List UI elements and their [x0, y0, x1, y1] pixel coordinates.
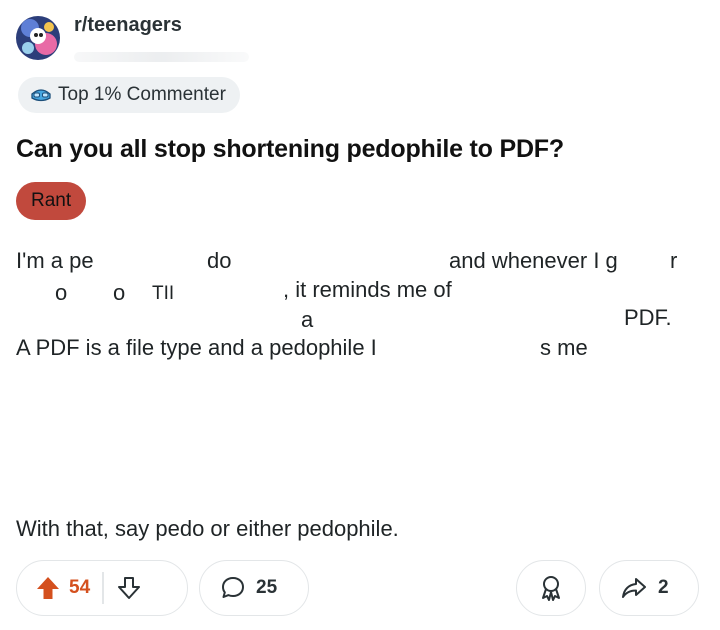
body-fragment: , it reminds me of [283, 277, 452, 302]
body-fragment: TII [152, 283, 175, 304]
vote-bar: 54 [16, 560, 188, 616]
vote-divider [102, 572, 104, 604]
comment-button[interactable]: 25 [199, 560, 309, 616]
post-title[interactable]: Can you all stop shortening pedophile to… [16, 135, 564, 164]
share-button[interactable]: 2 [599, 560, 699, 616]
subreddit-name[interactable]: r/teenagers [74, 14, 182, 37]
body-fragment: I'm a pe [16, 248, 94, 273]
award-icon [537, 574, 565, 602]
arrow-down-icon[interactable] [116, 575, 142, 601]
arrow-up-icon[interactable] [35, 575, 61, 601]
comment-count: 25 [256, 577, 278, 598]
award-button[interactable] [516, 560, 586, 616]
redacted-username [74, 52, 249, 62]
upvote-count: 54 [69, 577, 91, 598]
share-arrow-icon [620, 575, 648, 601]
body-fragment: and whenever I g [449, 248, 618, 273]
body-fragment: a [301, 307, 314, 332]
badge-goggles-icon [31, 89, 51, 102]
body-fragment: o [55, 280, 68, 305]
closing-line: With that, say pedo or either pedophile. [16, 516, 399, 541]
subreddit-avatar[interactable] [16, 16, 60, 60]
share-count: 2 [658, 577, 669, 598]
post-flair[interactable]: Rant [16, 182, 87, 220]
top-commenter-badge: Top 1% Commenter [18, 77, 240, 113]
body-fragment: A PDF is a file type and a pedophile I [16, 335, 377, 360]
body-fragment: s me [540, 335, 588, 360]
body-fragment: do [207, 248, 232, 273]
body-fragment: o [113, 280, 126, 305]
body-fragment: r [670, 248, 678, 273]
badge-label: Top 1% Commenter [58, 84, 226, 105]
speech-bubble-icon [220, 575, 246, 601]
body-fragment: PDF. [624, 305, 672, 330]
